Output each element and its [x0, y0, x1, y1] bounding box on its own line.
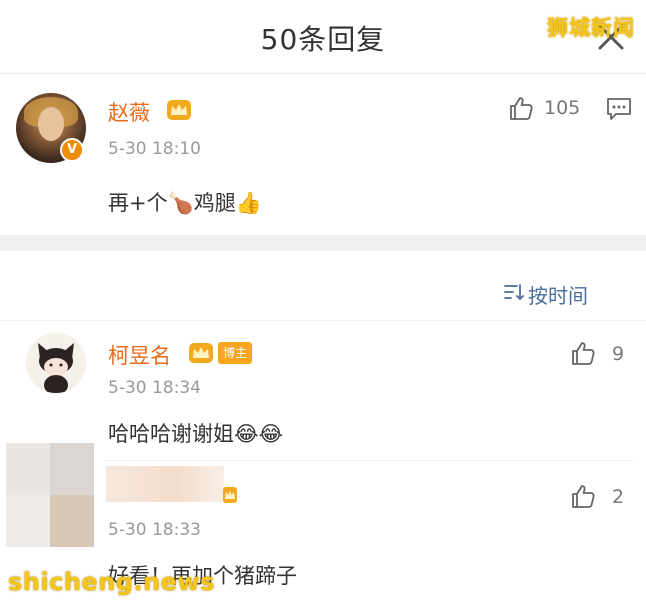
reply-time: 5-30 18:33 — [108, 520, 201, 540]
reply-time: 5-30 18:34 — [108, 378, 201, 398]
sort-icon[interactable] — [503, 282, 525, 302]
section-divider — [0, 235, 646, 251]
crown-icon — [223, 487, 237, 503]
comment-time: 5-30 18:10 — [108, 139, 201, 159]
reply-icon[interactable] — [606, 97, 632, 121]
reply-username[interactable]: 柯昱名 — [108, 340, 171, 370]
like-count: 2 — [612, 486, 625, 508]
like-icon[interactable] — [570, 483, 596, 509]
crown-icon — [167, 100, 191, 120]
watermark-logo-top: 狮城新闻 — [547, 16, 635, 40]
reply-text: 哈哈哈谢谢姐😂😂 — [108, 422, 284, 446]
like-icon[interactable] — [570, 340, 596, 366]
comment-username[interactable]: 赵薇 — [108, 97, 150, 127]
verified-badge-icon: V — [60, 138, 84, 162]
sort-by-time-button[interactable]: 按时间 — [528, 280, 588, 309]
watermark-logo-bottom: shicheng.news — [8, 568, 215, 596]
crown-icon — [189, 343, 213, 363]
avatar[interactable] — [6, 443, 94, 547]
main-comment: V 赵薇 5-30 18:10 再+个🍗鸡腿👍 105 — [0, 75, 646, 235]
like-count: 105 — [544, 97, 581, 119]
reply-username-blurred[interactable] — [106, 466, 224, 502]
cat-avatar-icon — [26, 333, 86, 393]
like-count: 9 — [612, 343, 625, 365]
divider — [104, 460, 634, 461]
comment-text: 再+个🍗鸡腿👍 — [108, 191, 262, 215]
like-icon[interactable] — [508, 95, 534, 121]
avatar[interactable] — [26, 333, 86, 393]
author-badge: 博主 — [218, 342, 253, 364]
